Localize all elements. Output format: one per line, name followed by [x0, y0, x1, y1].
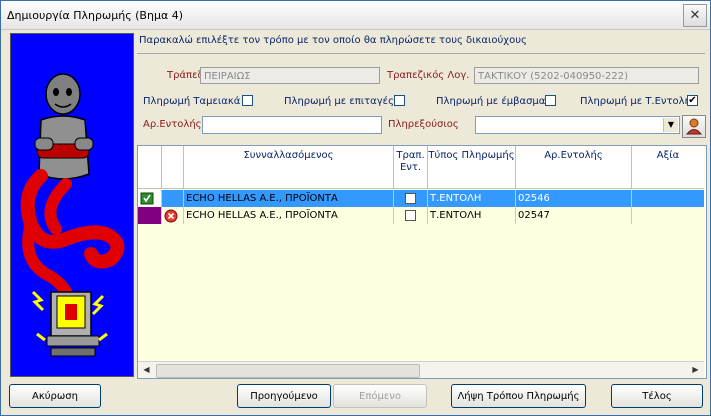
- chevron-down-icon[interactable]: ▼: [663, 118, 678, 132]
- scroll-left-icon[interactable]: ◀: [139, 363, 154, 377]
- scroll-right-icon[interactable]: ▶: [688, 363, 703, 377]
- cash-payment-label: Πληρωμή Ταμειακά: [143, 96, 241, 107]
- table-row[interactable]: ECHO HELLAS A.E., ΠΡΟΪΟΝΤΑ Τ.ΕΝΤΟΛΗ 0254…: [138, 207, 704, 224]
- transfer-payment-label: Πληρωμή με έμβασμα: [436, 96, 546, 107]
- row-order-number: 02547: [516, 207, 632, 224]
- row-marker: [138, 190, 162, 207]
- row-transactor: ECHO HELLAS A.E., ΠΡΟΪΟΝΤΑ: [184, 190, 394, 207]
- row-order-number: 02546: [516, 190, 632, 207]
- row-value: [632, 190, 704, 207]
- grid-header: Συνναλλασόμενος Τραπ. Εντ. Τύπος Πληρωμή…: [138, 146, 704, 189]
- row-payment-type: Τ.ΕΝΤΟΛΗ: [428, 190, 516, 207]
- row-icon-cell: [162, 207, 184, 224]
- finish-button[interactable]: Τέλος: [611, 384, 703, 408]
- row-icon-cell: [162, 190, 184, 207]
- cheque-payment-checkbox[interactable]: [394, 95, 405, 106]
- header-value[interactable]: Αξία: [632, 146, 704, 188]
- payer-label: Πληρεξούσιος: [388, 119, 459, 130]
- select-user-button[interactable]: [682, 115, 706, 138]
- row-bank-order-checkbox[interactable]: [405, 193, 416, 204]
- order-number-label: Αρ.Εντολής:: [143, 119, 205, 130]
- cheque-payment-label: Πληρωμή με επιταγές: [284, 96, 394, 107]
- row-bank-order: [394, 207, 428, 224]
- previous-button[interactable]: Προηγούμενο: [237, 384, 331, 408]
- header-icon-col: [162, 146, 184, 188]
- order-payment-label: Πληρωμή με Τ.Εντολή: [580, 96, 691, 107]
- divider: [137, 53, 705, 54]
- document-check-icon: [140, 192, 154, 205]
- header-payment-type[interactable]: Τύπος Πληρωμής: [428, 146, 516, 188]
- title-bar: Δημιουργία Πληρωμής (Βημα 4) ✕: [1, 1, 710, 30]
- scroll-thumb[interactable]: [156, 364, 420, 378]
- payer-dropdown[interactable]: ▼: [475, 116, 680, 134]
- row-bank-order-checkbox[interactable]: [405, 210, 416, 221]
- bank-field: ΠΕΙΡΑΙΩΣ: [200, 67, 380, 84]
- header-marker-col: [138, 146, 162, 188]
- next-button: Επόμενο: [333, 384, 427, 408]
- header-transactor[interactable]: Συνναλλασόμενος: [184, 146, 394, 188]
- payment-wizard-window: Δημιουργία Πληρωμής (Βημα 4) ✕ Παρακαλώ …: [0, 0, 711, 416]
- row-marker: [138, 207, 162, 224]
- cash-payment-checkbox[interactable]: [242, 95, 253, 106]
- header-bank-order[interactable]: Τραπ. Εντ.: [394, 146, 428, 188]
- beneficiaries-grid: Συνναλλασόμενος Τραπ. Εντ. Τύπος Πληρωμή…: [137, 145, 707, 379]
- get-payment-method-button[interactable]: Λήψη Τρόπου Πληρωμής: [451, 384, 586, 408]
- header-order-number[interactable]: Αρ.Εντολής: [516, 146, 632, 188]
- window-title: Δημιουργία Πληρωμής (Βημα 4): [7, 9, 183, 22]
- instruction-text: Παρακαλώ επιλέξτε τον τρόπο με τον οποίο…: [139, 35, 527, 46]
- horizontal-scrollbar[interactable]: ◀ ▶: [138, 361, 704, 378]
- row-payment-type: Τ.ΕΝΤΟΛΗ: [428, 207, 516, 224]
- genie-robot-image: [20, 73, 125, 357]
- cancel-button[interactable]: Ακύρωση: [9, 384, 101, 408]
- wizard-illustration: [10, 33, 134, 377]
- close-button[interactable]: ✕: [683, 4, 707, 27]
- order-number-input[interactable]: [202, 116, 382, 134]
- row-bank-order: [394, 190, 428, 207]
- user-icon: [685, 118, 703, 135]
- order-payment-checkbox[interactable]: ✔: [687, 95, 698, 106]
- row-transactor: ECHO HELLAS A.E., ΠΡΟΪΟΝΤΑ: [184, 207, 394, 224]
- close-icon: ✕: [689, 8, 701, 23]
- delete-icon: [164, 209, 178, 223]
- table-row[interactable]: ECHO HELLAS A.E., ΠΡΟΪΟΝΤΑ Τ.ΕΝΤΟΛΗ 0254…: [138, 190, 704, 207]
- transfer-payment-checkbox[interactable]: [545, 95, 556, 106]
- account-field: ΤΑΚΤΙΚΟΥ (5202-040950-222): [474, 67, 699, 84]
- row-value: [632, 207, 704, 224]
- account-label: Τραπεζικός Λογ.: [387, 70, 470, 81]
